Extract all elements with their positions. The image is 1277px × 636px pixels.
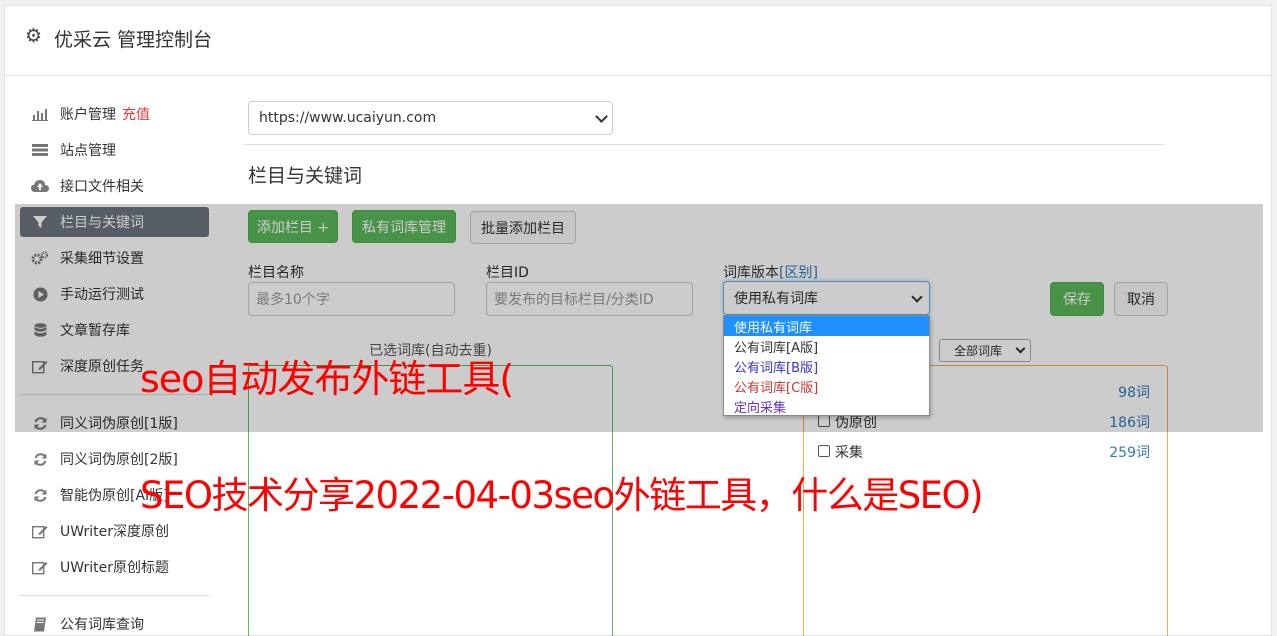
dropdown-option[interactable]: 公有词库[B版]	[724, 356, 929, 376]
sidebar-item-label: UWriter深度原创	[60, 524, 169, 540]
sidebar-item-label: 智能伪原创[AI版]	[60, 488, 169, 504]
sidebar-item-label: 文章暂存库	[60, 323, 130, 339]
all-libs-select[interactable]: 全部词库	[939, 339, 1031, 362]
lib-item-count: 98词	[1118, 385, 1150, 401]
refresh-icon	[31, 451, 49, 467]
sidebar-item-label: 手动运行测试	[60, 287, 144, 303]
sidebar-item-label: 站点管理	[60, 143, 116, 159]
book-icon	[31, 616, 49, 632]
all-libs-select-value: 全部词库	[954, 344, 1003, 358]
sidebar-item-label: 公有词库查询	[60, 617, 144, 633]
sidebar-item-collect-settings[interactable]: 采集细节设置	[20, 243, 209, 273]
server-icon	[31, 142, 49, 158]
site-select[interactable]: https://www.ucaiyun.com	[248, 101, 613, 135]
lib-item-label: 伪原创	[835, 415, 877, 431]
lib-item-count: 186词	[1109, 415, 1150, 431]
lib-item-count: 259词	[1109, 445, 1150, 461]
sidebar-item-account[interactable]: 账户管理 充值	[20, 99, 209, 129]
checkbox[interactable]	[818, 415, 830, 427]
sidebar-item-label: 同义词伪原创[2版]	[60, 452, 178, 468]
sidebar-item-label: 账户管理	[60, 107, 116, 123]
sidebar-item-uwriter-title[interactable]: UWriter原创标题	[20, 552, 209, 582]
header: ⚙ 优采云 管理控制台	[5, 6, 1271, 76]
dropdown-option[interactable]: 使用私有词库	[724, 316, 929, 336]
sidebar-item-label: 接口文件相关	[60, 179, 144, 195]
batch-add-button[interactable]: 批量添加栏目	[470, 211, 576, 244]
edit-icon	[31, 559, 49, 575]
lib-version-dropdown: 使用私有词库 公有词库[A版] 公有词库[B版] 公有词库[C版] 定向采集	[723, 315, 930, 416]
sidebar-item-article-store[interactable]: 文章暂存库	[20, 315, 209, 345]
lib-diff-link[interactable]: [区别]	[779, 265, 818, 281]
lib-version-value: 使用私有词库	[734, 291, 818, 307]
sidebar-item-public-lib[interactable]: 公有词库查询	[20, 609, 209, 636]
sidebar-item-synonym-v2[interactable]: 同义词伪原创[2版]	[20, 444, 209, 474]
filter-icon	[31, 214, 49, 230]
sidebar-item-columns[interactable]: 栏目与关键词	[20, 207, 209, 237]
edit-icon	[31, 523, 49, 539]
sidebar-item-interface[interactable]: 接口文件相关	[20, 171, 209, 201]
page-title: 优采云 管理控制台	[54, 29, 213, 51]
sidebar-item-ai-original[interactable]: 智能伪原创[AI版]	[20, 480, 209, 510]
sidebar-item-label: 深度原创任务	[60, 359, 144, 375]
sidebar-item-deep-original[interactable]: 深度原创任务	[20, 351, 209, 381]
add-column-button[interactable]: 添加栏目 +	[248, 210, 338, 243]
gears-icon	[31, 250, 49, 266]
chevron-down-icon	[1015, 343, 1026, 354]
cancel-button[interactable]: 取消	[1114, 282, 1168, 316]
column-id-label: 栏目ID	[486, 265, 529, 281]
list-item[interactable]: 采集 259词	[818, 442, 1150, 462]
play-circle-icon	[31, 286, 49, 302]
sidebar-item-label: 栏目与关键词	[60, 215, 144, 231]
column-name-label: 栏目名称	[248, 265, 304, 281]
database-icon	[31, 322, 49, 338]
cloud-upload-icon	[31, 178, 49, 194]
chevron-down-icon	[595, 110, 608, 123]
column-name-input[interactable]: 最多10个字	[248, 282, 455, 316]
private-lib-button[interactable]: 私有词库管理	[352, 210, 456, 243]
sidebar-item-label: UWriter原创标题	[60, 560, 169, 576]
sidebar-item-sites[interactable]: 站点管理	[20, 135, 209, 165]
section-title: 栏目与关键词	[248, 165, 363, 187]
lib-item-label: 采集	[835, 445, 863, 461]
dropdown-option[interactable]: 公有词库[C版]	[724, 376, 929, 396]
lib-version-select[interactable]: 使用私有词库	[723, 281, 930, 315]
lib-version-label: 词库版本[区别]	[723, 262, 818, 282]
sidebar-item-synonym-v1[interactable]: 同义词伪原创[1版]	[20, 408, 209, 438]
dropdown-option[interactable]: 定向采集	[724, 396, 929, 416]
recharge-link[interactable]: 充值	[122, 104, 150, 124]
sidebar-divider	[20, 394, 209, 395]
checkbox[interactable]	[818, 445, 830, 457]
selected-libs-panel	[248, 365, 613, 636]
sidebar-item-manual-run[interactable]: 手动运行测试	[20, 279, 209, 309]
lib-version-label-text: 词库版本	[723, 265, 779, 281]
bar-chart-icon	[31, 106, 49, 122]
gear-icon: ⚙	[25, 25, 43, 47]
save-button[interactable]: 保存	[1050, 282, 1104, 316]
chevron-down-icon	[911, 291, 923, 303]
refresh-icon	[31, 415, 49, 431]
divider	[244, 144, 1164, 145]
site-select-value: https://www.ucaiyun.com	[259, 110, 437, 126]
column-id-input[interactable]: 要发布的目标栏目/分类ID	[486, 282, 693, 316]
sidebar-item-uwriter-deep[interactable]: UWriter深度原创	[20, 516, 209, 546]
sidebar-divider	[20, 595, 209, 596]
dropdown-option[interactable]: 公有词库[A版]	[724, 336, 929, 356]
sidebar-item-label: 同义词伪原创[1版]	[60, 416, 178, 432]
sidebar-item-label: 采集细节设置	[60, 251, 144, 267]
selected-libs-title: 已选词库(自动去重)	[369, 343, 492, 359]
edit-icon	[31, 358, 49, 374]
refresh-icon	[31, 487, 49, 503]
